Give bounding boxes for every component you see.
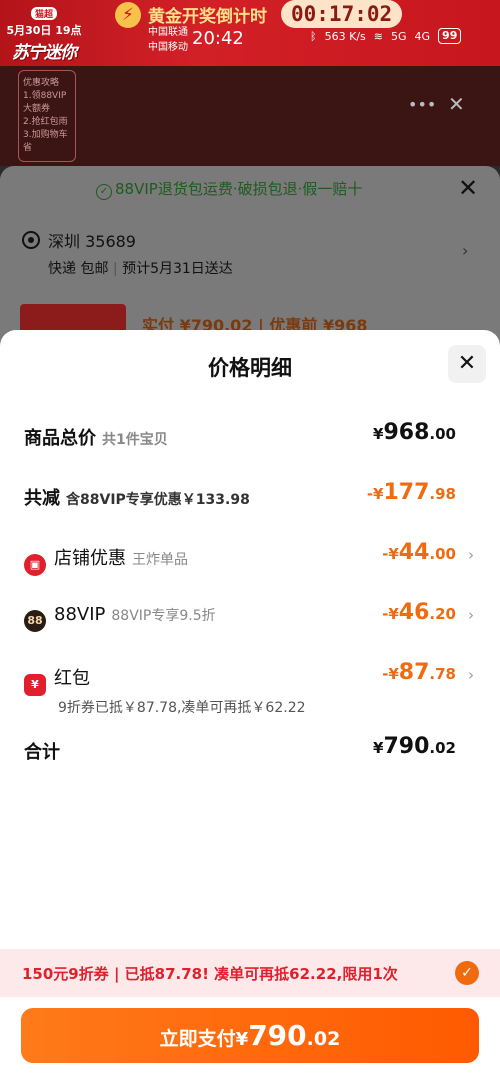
carrier-1: 中国联通 xyxy=(148,27,188,38)
carrier-2: 中国移动 xyxy=(148,42,188,53)
price-detail-sheet: 价格明细 ✕ 商品总价 共1件宝贝 ¥968.00 共减 含88VIP专享优惠￥13… xyxy=(0,330,500,1083)
sum-amount: ¥790.02 xyxy=(373,734,456,759)
shipping-text: 快递 包邮 xyxy=(48,261,109,277)
vip-discount-label: 88VIP xyxy=(54,604,106,625)
promo-banner[interactable]: 猫超 5月30日 19点 苏宁迷你 ⚡ 黄金开奖倒计时 00:17:02 中国联… xyxy=(0,0,500,66)
pay-now-button[interactable]: 立即支付¥790.02 xyxy=(21,1008,479,1063)
guarantee-text: 88VIP退货包运费·破损包退·假一赔十 xyxy=(115,180,363,198)
chevron-right-icon: › xyxy=(468,546,474,564)
side-line: 1.领88VIP大额券 xyxy=(23,91,67,114)
countdown-timer: 00:17:02 xyxy=(281,0,403,28)
check-circle-icon[interactable]: ✓ xyxy=(455,961,479,985)
status-clock: 20:42 xyxy=(192,28,244,49)
background-side-panel: 优惠攻略 1.领88VIP大额券 2.抢红包雨 3.加购物车省 xyxy=(18,70,76,162)
close-button[interactable]: ✕ xyxy=(448,345,486,383)
promo-badge-top: 猫超 xyxy=(30,7,57,20)
bluetooth-icon: ᛒ xyxy=(310,29,317,43)
shop-discount-row[interactable]: ▣ 店铺优惠 王炸单品 -¥44.00 › xyxy=(24,540,476,576)
coupon-text: 150元9折券 | 已抵87.78! 凑单可再抵62.22,限用1次 xyxy=(22,965,398,983)
shop-discount-sub: 王炸单品 xyxy=(132,552,188,568)
sum-row: 合计 ¥790.02 xyxy=(24,734,476,766)
vip-discount-sub: 88VIP专享9.5折 xyxy=(111,608,216,624)
shield-check-icon: ✓ xyxy=(96,184,112,200)
more-icon: ••• xyxy=(408,95,437,114)
promo-logo: 苏宁迷你 xyxy=(12,43,77,63)
shop-discount-label: 店铺优惠 xyxy=(54,548,126,569)
chevron-right-icon: › xyxy=(468,606,474,624)
total-price-amount: ¥968.00 xyxy=(373,420,456,445)
address-text: 深圳 35689 xyxy=(48,232,136,251)
discount-total-row: 共减 含88VIP专享优惠￥133.98 -¥177.98 xyxy=(24,480,476,512)
shop-discount-amount: -¥44.00 xyxy=(382,540,456,565)
promo-date: 5月30日 19点 xyxy=(6,24,82,37)
pay-button-label: 立即支付 xyxy=(159,1028,236,1050)
wifi-icon: ≋ xyxy=(373,29,383,43)
lightning-icon: ⚡ xyxy=(115,2,141,28)
red-envelope-amount: -¥87.78 xyxy=(382,660,456,685)
close-icon: ✕ xyxy=(457,351,477,376)
order-sheet: ✓ 88VIP退货包运费·破损包退·假一赔十 ✕ 深圳 35689 快递 包邮 |… xyxy=(0,166,500,346)
battery-indicator: 99 xyxy=(438,28,462,44)
vip-discount-amount: -¥46.20 xyxy=(382,600,456,625)
status-icons: ᛒ 563 K/s ≋ 5G 4G 99 xyxy=(310,28,462,44)
net-speed: 563 K/s xyxy=(324,29,366,43)
red-envelope-label: 红包 xyxy=(54,668,90,689)
delivery-text: 预计5月31日送达 xyxy=(122,261,233,277)
signal-5g: 5G xyxy=(390,29,407,43)
shop-icon: ▣ xyxy=(24,554,46,576)
signal-4g: 4G xyxy=(414,29,431,43)
side-line: 2.抢红包雨 xyxy=(23,117,68,127)
red-envelope-icon: ¥ xyxy=(24,674,46,696)
red-envelope-note: 9折券已抵￥87.78,凑单可再抵￥62.22 xyxy=(58,700,306,716)
side-line: 3.加购物车省 xyxy=(23,130,68,153)
red-envelope-row[interactable]: ¥ 红包 -¥87.78 › xyxy=(24,660,476,696)
88vip-icon: 88 xyxy=(24,610,46,632)
shipping-info: 快递 包邮 | 预计5月31日送达 xyxy=(48,261,233,277)
close-icon: ✕ xyxy=(448,92,465,116)
total-price-sub: 共1件宝贝 xyxy=(102,432,168,448)
total-price-row: 商品总价 共1件宝贝 ¥968.00 xyxy=(24,420,476,452)
order-sheet-close-icon: ✕ xyxy=(458,174,479,202)
vip-discount-row[interactable]: 88 88VIP 88VIP专享9.5折 -¥46.20 › xyxy=(24,600,476,632)
discount-total-label: 共减 xyxy=(24,488,60,509)
sheet-title: 价格明细 xyxy=(208,356,292,380)
chevron-right-icon: › xyxy=(462,241,469,260)
promo-badge[interactable]: 猫超 5月30日 19点 苏宁迷你 xyxy=(6,2,82,63)
sum-label: 合计 xyxy=(24,742,60,763)
coupon-bar[interactable]: 150元9折券 | 已抵87.78! 凑单可再抵62.22,限用1次 ✓ xyxy=(0,949,500,997)
guarantee-banner: ✓ 88VIP退货包运费·破损包退·假一赔十 xyxy=(96,178,362,200)
chevron-right-icon: › xyxy=(468,666,474,684)
discount-total-amount: -¥177.98 xyxy=(366,480,456,505)
location-pin-icon xyxy=(22,231,40,249)
side-panel-title: 优惠攻略 xyxy=(23,78,60,88)
discount-total-sub: 含88VIP专享优惠￥133.98 xyxy=(66,492,250,508)
total-price-label: 商品总价 xyxy=(24,428,96,449)
